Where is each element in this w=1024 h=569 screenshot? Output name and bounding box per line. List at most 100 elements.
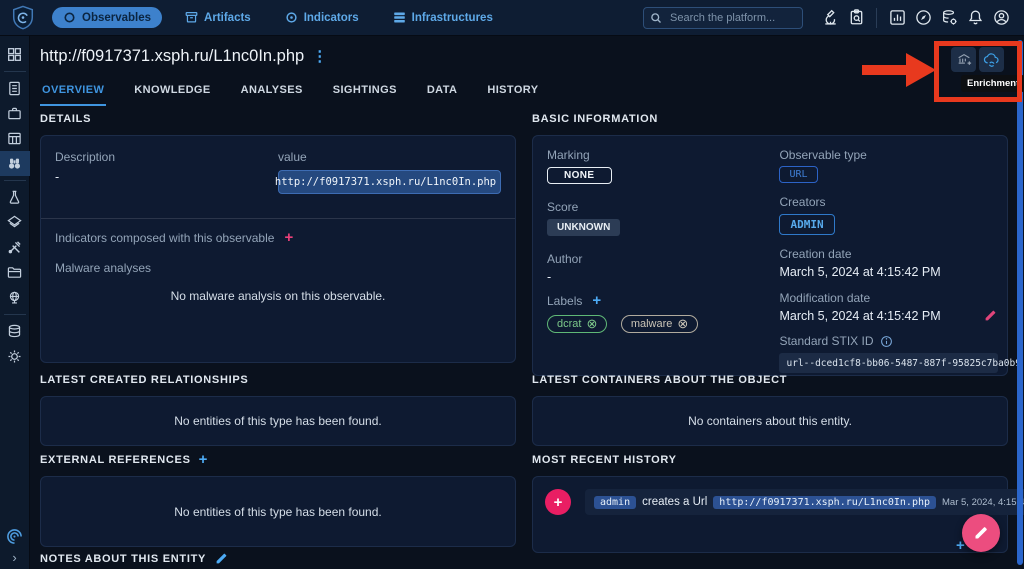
microscope-icon[interactable] <box>817 6 843 30</box>
insights-icon[interactable] <box>884 6 910 30</box>
edit-notes-pencil-icon[interactable] <box>215 552 228 565</box>
sidebar-item-analyses[interactable] <box>0 76 30 101</box>
score-label: Score <box>547 200 765 214</box>
nav-artifacts[interactable]: Artifacts <box>174 7 262 28</box>
creation-date-value: March 5, 2024 at 4:15:42 PM <box>779 265 997 279</box>
threats-flask-icon <box>7 190 22 205</box>
sidebar-item-locations[interactable] <box>0 285 30 310</box>
vertical-scrollbar[interactable] <box>1017 40 1023 565</box>
locations-globe-icon <box>7 290 22 305</box>
external-references-section: EXTERNAL REFERENCES + No entities of thi… <box>40 453 516 547</box>
observable-type-label: Observable type <box>779 148 997 162</box>
tab-sightings[interactable]: SIGHTINGS <box>331 78 399 106</box>
top-bar: Observables Artifacts Indicators Infrast… <box>0 0 1024 36</box>
notifications-icon[interactable] <box>962 6 988 30</box>
observable-value-chip[interactable]: http://f0917371.xsph.ru/L1nc0In.php <box>278 170 501 194</box>
topbar-divider <box>876 8 877 28</box>
sidebar-item-cases[interactable] <box>0 101 30 126</box>
info-icon[interactable] <box>880 335 893 348</box>
data-sharing-icon[interactable] <box>936 6 962 30</box>
platform-search <box>643 7 803 29</box>
tab-overview[interactable]: OVERVIEW <box>40 78 106 106</box>
add-label-button[interactable]: + <box>592 295 601 307</box>
account-icon[interactable] <box>988 6 1014 30</box>
history-create-avatar[interactable]: + <box>545 489 571 515</box>
nav-indicators[interactable]: Indicators <box>274 7 370 28</box>
cloud-refresh-icon <box>983 51 1000 68</box>
tab-data[interactable]: DATA <box>425 78 460 106</box>
entity-tabs: OVERVIEW KNOWLEDGE ANALYSES SIGHTINGS DA… <box>40 78 566 106</box>
label-chip-malware[interactable]: malware⊗ <box>621 315 698 333</box>
enrichment-tooltip: Enrichment <box>961 75 1024 92</box>
share-organization-button[interactable] <box>951 47 976 72</box>
sidebar-item-techniques[interactable] <box>0 235 30 260</box>
search-input[interactable] <box>643 7 803 29</box>
edit-stix-id-pencil-icon[interactable] <box>984 309 997 322</box>
notes-title: NOTES ABOUT THIS ENTITY <box>40 553 206 565</box>
details-divider <box>41 218 515 219</box>
latest-relationships-section: LATEST CREATED RELATIONSHIPS No entities… <box>40 373 516 446</box>
sidebar-item-dashboard[interactable] <box>0 42 30 67</box>
analyses-icon <box>7 81 22 96</box>
score-chip: UNKNOWN <box>547 219 620 236</box>
remove-label-icon[interactable]: ⊗ <box>586 318 597 330</box>
recent-history-title: MOST RECENT HISTORY <box>532 454 677 466</box>
details-section-title: DETAILS <box>40 113 91 125</box>
sidebar-item-entities[interactable] <box>0 260 30 285</box>
creators-chip[interactable]: ADMIN <box>779 214 834 235</box>
top-navigation: Observables Artifacts Indicators Infrast… <box>52 7 504 28</box>
containers-empty-text: No containers about this entity. <box>533 397 1007 445</box>
history-timestamp: Mar 5, 2024, 4:15:43 PM <box>942 497 1024 508</box>
entities-folder-icon <box>7 265 22 280</box>
tab-knowledge[interactable]: KNOWLEDGE <box>132 78 212 106</box>
events-icon <box>7 131 22 146</box>
nav-observables[interactable]: Observables <box>52 7 162 28</box>
nav-infrastructures[interactable]: Infrastructures <box>382 7 504 28</box>
latest-containers-title: LATEST CONTAINERS ABOUT THE OBJECT <box>532 374 787 386</box>
main-content: http://f0917371.xsph.ru/L1nc0In.php ⋮ OV… <box>30 36 1024 569</box>
latest-relationships-title: LATEST CREATED RELATIONSHIPS <box>40 374 248 386</box>
sidebar-collapse-chevron-icon[interactable]: › <box>12 553 16 563</box>
enrichment-button[interactable] <box>979 47 1004 72</box>
edit-fab-button[interactable] <box>962 514 1000 552</box>
clipboard-search-icon[interactable] <box>843 6 869 30</box>
tab-analyses[interactable]: ANALYSES <box>239 78 305 106</box>
pencil-icon <box>973 525 989 541</box>
add-external-reference-button[interactable]: + <box>199 454 208 466</box>
sidebar-item-observations[interactable] <box>0 151 30 176</box>
remove-label-icon[interactable]: ⊗ <box>677 318 688 330</box>
sidebar-item-threats[interactable] <box>0 185 30 210</box>
opencti-logo-icon[interactable] <box>10 5 36 31</box>
marking-label: Marking <box>547 148 765 162</box>
settings-gear-icon <box>7 349 22 364</box>
details-section: DETAILS Description - value http://f0917… <box>40 112 516 363</box>
external-references-title: EXTERNAL REFERENCES <box>40 454 191 466</box>
history-action-text: creates a Url <box>642 496 707 508</box>
tab-history[interactable]: HISTORY <box>485 78 540 106</box>
sidebar-item-arsenal[interactable] <box>0 210 30 235</box>
history-entry: + admin creates a Url http://f0917371.xs… <box>532 476 1008 553</box>
observations-binoculars-icon <box>7 156 22 171</box>
infrastructures-icon <box>393 11 406 24</box>
search-icon <box>650 12 662 24</box>
sidebar-item-settings[interactable] <box>0 344 30 369</box>
creation-date-label: Creation date <box>779 247 997 261</box>
author-value: - <box>547 270 765 284</box>
add-indicator-button[interactable]: + <box>284 232 293 244</box>
entity-menu-kebab-icon[interactable]: ⋮ <box>312 50 327 64</box>
relationships-empty-text: No entities of this type has been found. <box>41 397 515 445</box>
marking-chip[interactable]: NONE <box>547 167 612 184</box>
label-chip-dcrat[interactable]: dcrat⊗ <box>547 315 607 333</box>
history-actor-chip: admin <box>594 496 636 509</box>
left-sidebar: › <box>0 36 30 569</box>
sidebar-separator <box>4 314 26 315</box>
sidebar-item-data[interactable] <box>0 319 30 344</box>
notes-section-header: NOTES ABOUT THIS ENTITY <box>40 552 988 565</box>
explore-icon[interactable] <box>910 6 936 30</box>
malware-analyses-empty-text: No malware analysis on this observable. <box>55 289 501 303</box>
sidebar-item-events[interactable] <box>0 126 30 151</box>
history-message: admin creates a Url http://f0917371.xsph… <box>585 489 1024 515</box>
indicators-icon <box>285 11 298 24</box>
arsenal-layers-icon <box>7 215 22 230</box>
observables-icon <box>63 11 76 24</box>
